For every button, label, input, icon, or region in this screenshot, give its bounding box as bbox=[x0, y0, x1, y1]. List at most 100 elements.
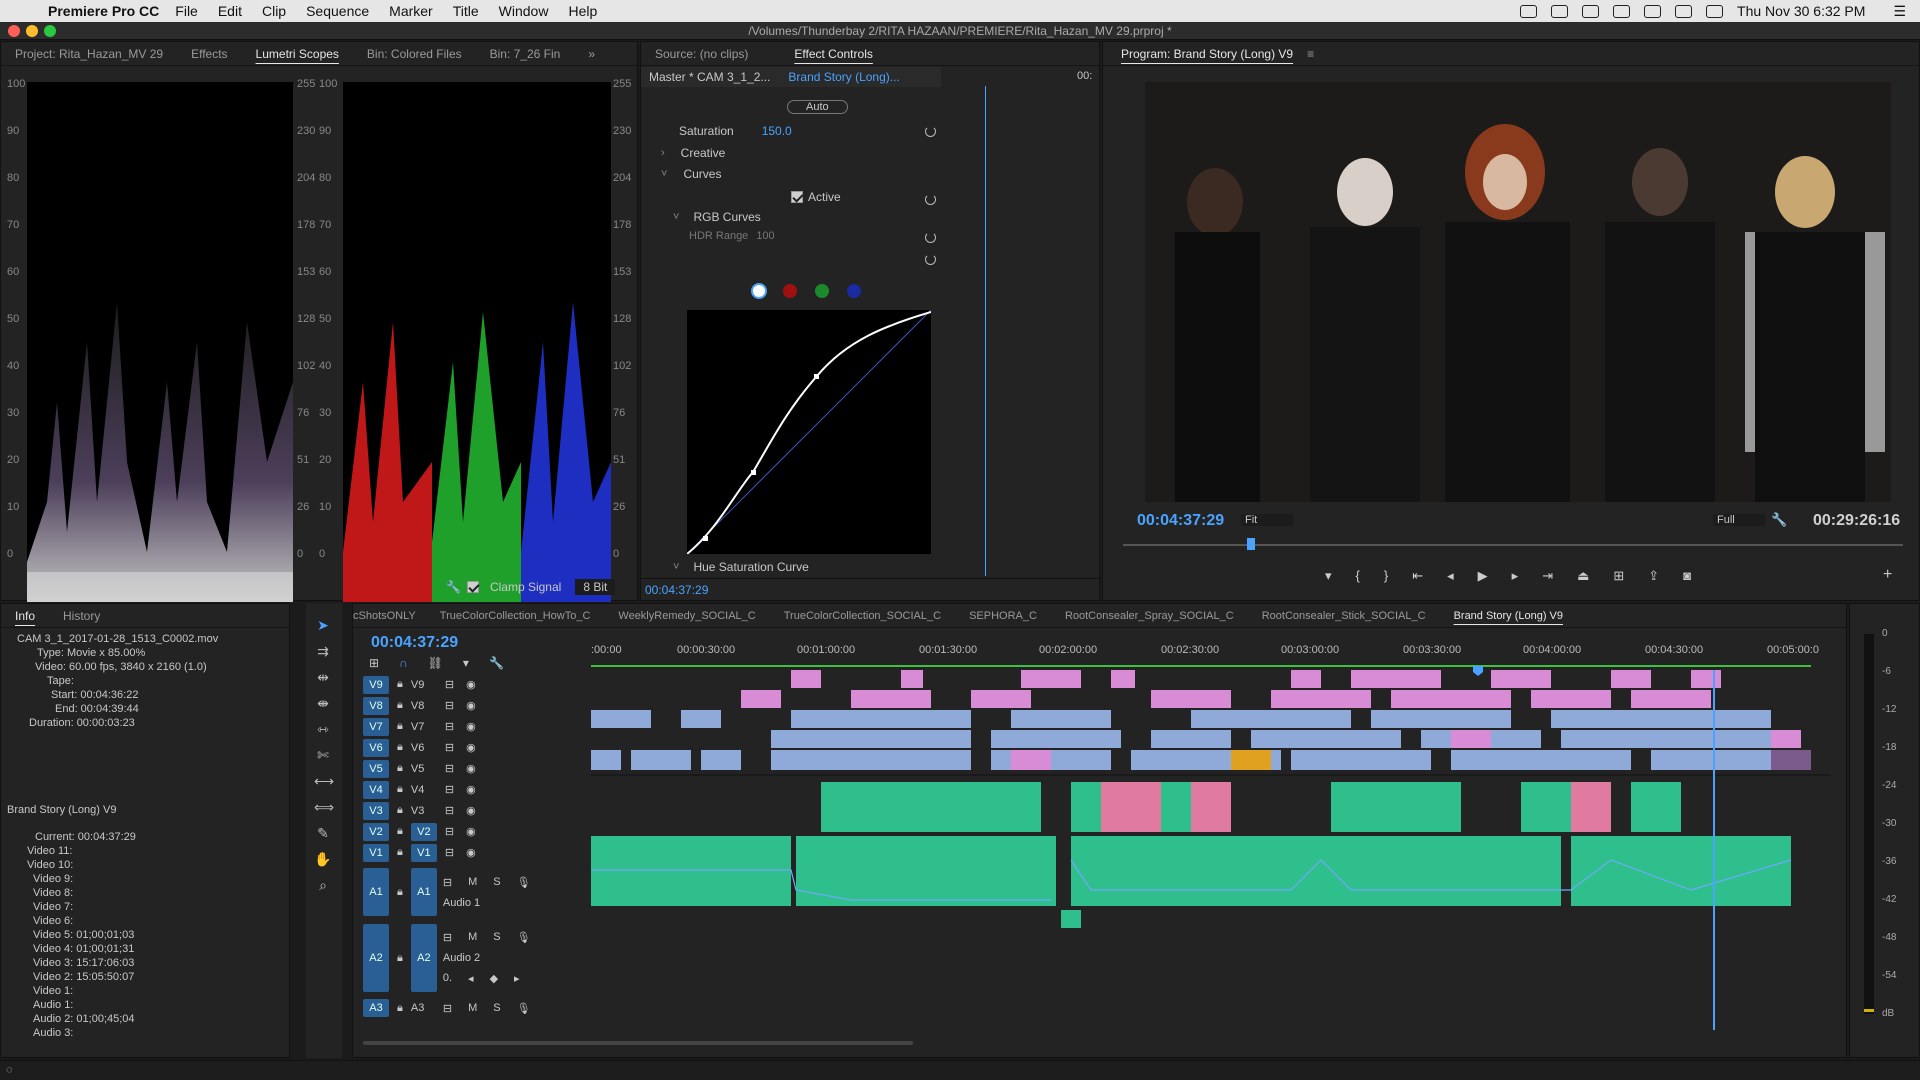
solo-button[interactable]: S bbox=[493, 931, 500, 944]
timeline-timecode[interactable]: 00:04:37:29 bbox=[371, 634, 458, 652]
step-forward-icon[interactable]: ▸ bbox=[1512, 568, 1519, 584]
reset-icon[interactable] bbox=[925, 254, 936, 265]
go-to-out-icon[interactable]: ⇥ bbox=[1542, 568, 1553, 584]
source-patch-a1[interactable]: A1 bbox=[363, 868, 389, 916]
sync-lock-icon[interactable]: ⊟ bbox=[445, 804, 454, 817]
linked-selection-icon[interactable]: ⛓ bbox=[428, 656, 443, 670]
tab-info[interactable]: Info bbox=[1, 609, 49, 623]
razor-tool-icon[interactable]: ✄ bbox=[314, 747, 332, 765]
step-back-icon[interactable]: ◂ bbox=[1447, 568, 1454, 584]
source-patch-v2[interactable]: V2 bbox=[363, 822, 389, 841]
tab-sequence[interactable]: RootConsealer_Stick_SOCIAL_C bbox=[1248, 610, 1440, 622]
hand-tool-icon[interactable]: ✋ bbox=[314, 851, 332, 869]
active-row[interactable]: Active bbox=[791, 190, 841, 204]
sync-lock-icon[interactable]: ⊟ bbox=[445, 741, 454, 754]
sync-lock-icon[interactable]: ⊟ bbox=[443, 1002, 452, 1015]
scrollbar-thumb[interactable] bbox=[363, 1041, 913, 1045]
slip-tool-icon[interactable]: ⟷ bbox=[314, 773, 334, 791]
menu-title[interactable]: Title bbox=[453, 3, 479, 19]
luma-channel-button[interactable] bbox=[751, 283, 767, 299]
lock-icon[interactable]: 🔒︎ bbox=[397, 720, 403, 733]
track-label[interactable]: A3 bbox=[411, 1002, 437, 1014]
solo-button[interactable]: S bbox=[493, 1002, 500, 1015]
microphone-icon[interactable]: 🎙︎ bbox=[517, 1002, 531, 1015]
source-patch-v5[interactable]: V5 bbox=[363, 759, 389, 778]
tab-sequence[interactable]: TrueColorCollection_HowTo_C bbox=[426, 610, 605, 622]
source-patch-a3[interactable]: A3 bbox=[363, 999, 389, 1017]
wifi-icon[interactable] bbox=[1675, 4, 1693, 18]
auto-button[interactable]: Auto bbox=[787, 100, 848, 114]
mute-button[interactable]: M bbox=[468, 876, 477, 889]
tab-sequence[interactable]: cShotsONLY bbox=[353, 610, 426, 622]
slide-tool-icon[interactable]: ⟺ bbox=[314, 799, 334, 817]
program-video-frame[interactable] bbox=[1145, 82, 1891, 502]
menu-help[interactable]: Help bbox=[568, 3, 597, 19]
settings-wrench-icon[interactable]: 🔧 bbox=[489, 656, 504, 670]
track-label[interactable]: A2 bbox=[410, 924, 437, 992]
reset-icon[interactable] bbox=[925, 126, 936, 137]
settings-wrench-icon[interactable]: 🔧 bbox=[1771, 512, 1787, 528]
menu-file[interactable]: File bbox=[175, 3, 198, 19]
rolling-edit-tool-icon[interactable]: ⇼ bbox=[314, 695, 332, 713]
tab-lumetri-scopes[interactable]: Lumetri Scopes bbox=[242, 47, 353, 61]
source-patch-v1[interactable]: V1 bbox=[363, 843, 389, 862]
mark-out-icon[interactable]: } bbox=[1384, 568, 1388, 584]
tab-sequence[interactable]: TrueColorCollection_SOCIAL_C bbox=[770, 610, 955, 622]
track-label[interactable]: A1 bbox=[410, 868, 437, 916]
timeline-ruler[interactable]: :00:00 00:00:30:00 00:01:00:00 00:01:30:… bbox=[591, 634, 1831, 670]
airplay-icon[interactable] bbox=[1613, 4, 1631, 18]
track-label[interactable]: V3 bbox=[411, 805, 437, 817]
timeline-tracks-area[interactable] bbox=[591, 670, 1831, 1030]
tab-history[interactable]: History bbox=[49, 609, 114, 623]
mute-button[interactable]: M bbox=[468, 1002, 477, 1015]
eye-icon[interactable]: ◉ bbox=[466, 741, 476, 754]
fit-select[interactable]: Fit bbox=[1241, 514, 1293, 526]
ripple-edit-tool-icon[interactable]: ⇹ bbox=[314, 669, 332, 687]
program-scrubber[interactable] bbox=[1123, 544, 1903, 546]
timeline-horizontal-scrollbar[interactable] bbox=[363, 1038, 1833, 1048]
track-label[interactable]: V8 bbox=[411, 700, 437, 712]
rate-stretch-tool-icon[interactable]: ⇿ bbox=[314, 721, 332, 739]
lock-icon[interactable]: 🔒︎ bbox=[397, 846, 403, 859]
reset-icon[interactable] bbox=[925, 194, 936, 205]
menu-marker[interactable]: Marker bbox=[389, 3, 433, 19]
mute-button[interactable]: M bbox=[468, 931, 477, 944]
rgb-curves-row[interactable]: ˅ RGB Curves bbox=[673, 210, 761, 224]
next-keyframe-icon[interactable]: ▸ bbox=[514, 972, 520, 985]
tab-bin-colored[interactable]: Bin: Colored Files bbox=[353, 47, 476, 61]
tab-sequence[interactable]: RootConsealer_Spray_SOCIAL_C bbox=[1051, 610, 1248, 622]
eye-icon[interactable]: ◉ bbox=[466, 846, 476, 859]
timeline-playhead-line[interactable] bbox=[1713, 670, 1715, 1030]
source-patch-v9[interactable]: V9 bbox=[363, 675, 389, 694]
lock-icon[interactable]: 🔒︎ bbox=[397, 762, 403, 775]
go-to-in-icon[interactable]: ⇤ bbox=[1412, 568, 1423, 584]
track-label[interactable]: V6 bbox=[411, 742, 437, 754]
lock-icon[interactable]: 🔒︎ bbox=[397, 1002, 403, 1015]
eye-icon[interactable]: ◉ bbox=[466, 783, 476, 796]
curves-section[interactable]: ˅ Curves bbox=[661, 167, 721, 181]
menu-window[interactable]: Window bbox=[499, 3, 549, 19]
sync-lock-icon[interactable]: ⊟ bbox=[445, 846, 454, 859]
track-label[interactable]: V4 bbox=[411, 784, 437, 796]
nest-icon[interactable]: ⊞ bbox=[369, 656, 379, 670]
program-timecode[interactable]: 00:04:37:29 bbox=[1137, 512, 1224, 530]
sync-lock-icon[interactable]: ⊟ bbox=[445, 825, 454, 838]
status-icon[interactable]: ◌ bbox=[6, 1064, 13, 1076]
ec-timecode[interactable]: 00:04:37:29 bbox=[645, 583, 708, 597]
lock-icon[interactable]: 🔒︎ bbox=[397, 783, 403, 796]
add-keyframe-icon[interactable]: ◆ bbox=[490, 972, 498, 985]
reset-icon[interactable] bbox=[925, 232, 936, 243]
play-icon[interactable]: ▶ bbox=[1478, 568, 1488, 584]
work-area-bar[interactable] bbox=[591, 665, 1811, 667]
bit-depth-select[interactable]: 8 Bit bbox=[575, 579, 616, 595]
source-patch-v4[interactable]: V4 bbox=[363, 780, 389, 799]
app-menu[interactable]: Premiere Pro CC bbox=[48, 3, 159, 19]
mark-in-icon[interactable]: { bbox=[1356, 568, 1360, 584]
track-label[interactable]: V9 bbox=[411, 679, 437, 691]
blue-channel-button[interactable] bbox=[847, 284, 861, 298]
menu-clip[interactable]: Clip bbox=[262, 3, 286, 19]
track-label[interactable]: V7 bbox=[411, 721, 437, 733]
lock-icon[interactable]: 🔒︎ bbox=[397, 699, 403, 712]
add-marker-icon[interactable]: ▾ bbox=[463, 656, 469, 670]
eye-icon[interactable]: ◉ bbox=[466, 804, 476, 817]
